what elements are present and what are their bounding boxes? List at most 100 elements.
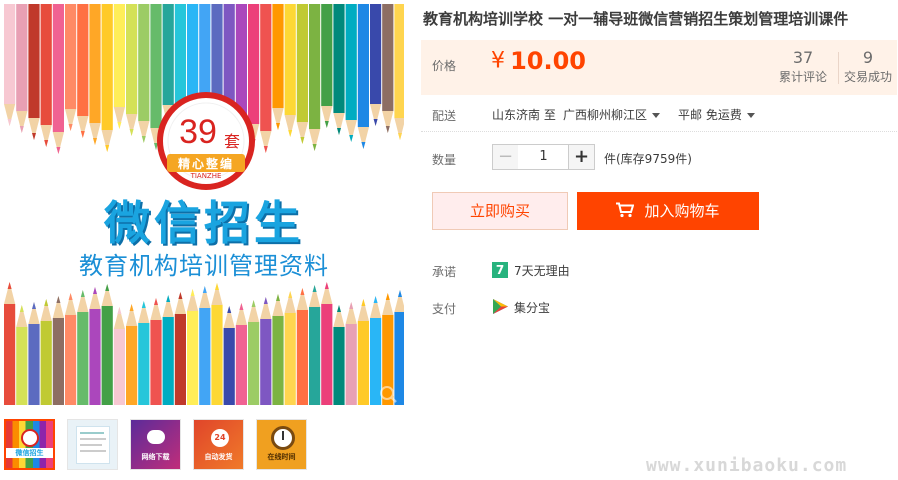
thumbnail-4[interactable]: 24 自动发货	[193, 419, 244, 470]
pencil	[40, 4, 52, 125]
pencil	[138, 323, 150, 405]
pencil	[284, 4, 296, 115]
divider	[421, 131, 897, 132]
pencil	[370, 318, 382, 405]
clock-24-icon: 24	[211, 429, 229, 447]
pencil	[260, 319, 272, 405]
sales-count: 9	[862, 48, 874, 67]
pencil	[272, 316, 284, 405]
pencil	[394, 312, 404, 405]
pencil	[333, 4, 345, 113]
pencil	[77, 4, 89, 116]
pencil	[174, 4, 186, 112]
thumbnail-label: 在线时间	[267, 453, 296, 461]
shipping-destination-select[interactable]: 广西柳州柳江区	[563, 106, 661, 123]
pencil	[101, 4, 113, 130]
thumbnail-strip: 微信招生 网络下载 24 自动发货 在线时间	[4, 419, 307, 470]
shipping-method: 平邮 免运费	[678, 108, 742, 122]
pencil	[4, 4, 16, 104]
shipping-destination: 广西柳州柳江区	[563, 108, 648, 122]
reviews-count: 37	[792, 48, 814, 67]
pencil	[89, 309, 101, 405]
promise-text[interactable]: 7天无理由	[514, 262, 570, 279]
pencil	[126, 326, 138, 405]
pencil	[321, 304, 333, 405]
pencil	[309, 4, 321, 129]
pencil	[101, 306, 113, 405]
thumbnail-2[interactable]	[67, 419, 118, 470]
pencil	[150, 320, 162, 405]
pencil	[113, 329, 125, 405]
quantity-input[interactable]: 1	[518, 144, 569, 170]
cart-icon	[616, 202, 635, 218]
sales-label: 交易成功	[843, 70, 892, 84]
chevron-down-icon	[746, 113, 755, 118]
pencil	[162, 317, 174, 405]
pencil	[235, 325, 247, 405]
cloud-icon	[147, 430, 165, 444]
image-subheadline: 教育机构培训管理资料	[79, 252, 329, 280]
stock-text: 件(库存9759件)	[604, 152, 692, 166]
badge-sub: TIANZHE	[190, 172, 222, 180]
pencil	[65, 315, 77, 405]
pencil	[150, 4, 162, 128]
pencil	[199, 308, 211, 405]
buy-now-button[interactable]: 立即购买	[432, 192, 568, 230]
pencil	[16, 4, 28, 111]
pencil	[113, 4, 125, 107]
pencil	[235, 4, 247, 117]
pencil	[284, 313, 296, 405]
pencil	[296, 4, 308, 122]
shipping-from: 山东济南 至	[492, 108, 556, 122]
thumbnail-5[interactable]: 在线时间	[256, 419, 307, 470]
pencil	[52, 4, 64, 132]
currency-symbol: ¥	[491, 48, 505, 74]
pencil	[382, 4, 394, 111]
sales-stat[interactable]: 9 交易成功	[838, 48, 898, 86]
quantity-decrease-button[interactable]: −	[492, 144, 519, 170]
pencil	[370, 4, 382, 104]
pencil	[89, 4, 101, 123]
pencil	[187, 311, 199, 405]
thumbnail-3[interactable]: 网络下载	[130, 419, 181, 470]
payment-text[interactable]: 集分宝	[514, 299, 550, 316]
image-headline: 微信招生	[104, 196, 304, 250]
jifenbao-icon	[493, 299, 508, 314]
quantity-increase-button[interactable]: +	[568, 144, 595, 170]
pencil	[65, 4, 77, 109]
pencil	[77, 312, 89, 405]
pencil	[260, 4, 272, 131]
product-title: 教育机构培训学校 一对一辅导班微信营销招生策划管理培训课件	[423, 10, 849, 28]
promise-label: 承诺	[432, 265, 457, 279]
pencil	[162, 4, 174, 105]
pencil	[16, 327, 28, 405]
badge-ribbon: 精心整编	[177, 157, 234, 171]
shipping-method-select[interactable]: 平邮 免运费	[678, 106, 755, 123]
reviews-stat[interactable]: 37 累计评论	[768, 48, 838, 86]
payment-label: 支付	[432, 302, 457, 316]
pencil	[382, 315, 394, 405]
pencil	[248, 4, 260, 124]
pencil	[28, 4, 40, 118]
badge-number: 39	[179, 113, 217, 151]
pencil	[138, 4, 150, 121]
shipping-label: 配送	[432, 109, 457, 123]
pencil	[28, 324, 40, 405]
pencil	[4, 304, 16, 405]
pencil	[223, 328, 235, 405]
seven-day-icon: 7	[492, 262, 508, 278]
add-to-cart-button[interactable]: 加入购物车	[577, 192, 759, 230]
quantity-label: 数量	[432, 153, 457, 167]
price-value: ¥ 10.00	[491, 47, 586, 75]
thumbnail-label: 网络下载	[141, 453, 170, 461]
pencil	[296, 310, 308, 405]
pencil	[333, 327, 345, 405]
pencil	[52, 318, 64, 405]
thumbnail-1[interactable]: 微信招生	[4, 419, 55, 470]
pencil	[40, 321, 52, 405]
add-to-cart-label: 加入购物车	[644, 202, 720, 220]
pencil	[248, 322, 260, 405]
pencil	[357, 4, 369, 127]
main-product-image[interactable]: 39 套 精心整编 TIANZHE 微信招生 教育机构培训管理资料	[4, 4, 404, 405]
badge-unit: 套	[224, 132, 241, 151]
